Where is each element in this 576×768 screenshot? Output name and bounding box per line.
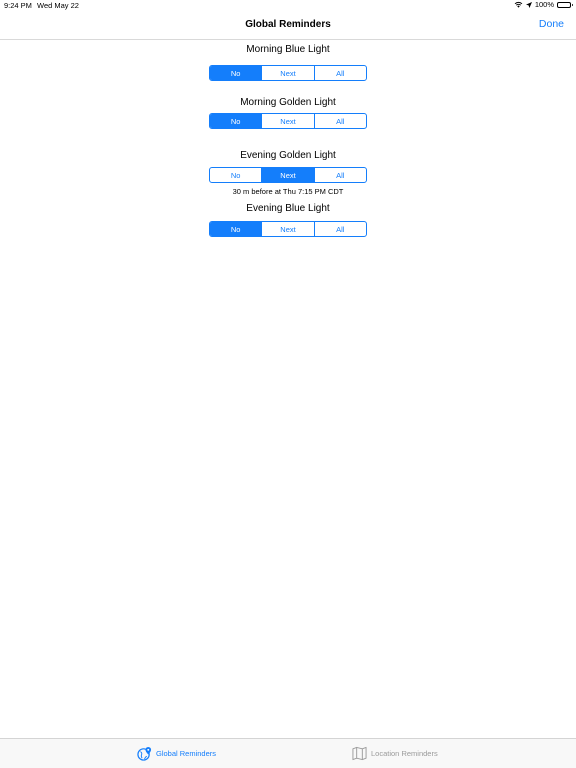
status-indicators: 100% [514,0,573,9]
tab-global-reminders[interactable]: Global Reminders [137,746,216,761]
segment-no[interactable]: No [210,114,263,128]
tab-label: Global Reminders [156,749,217,758]
tab-location-reminders[interactable]: Location Reminders [352,746,438,761]
section-title: Morning Blue Light [246,44,330,55]
battery-percent: 100% [534,0,554,9]
segment-no[interactable]: No [210,168,263,182]
globe-pin-icon [137,746,152,761]
segment-no[interactable]: No [210,66,263,80]
done-button[interactable]: Done [539,18,564,30]
segment-next[interactable]: Next [262,168,315,182]
segment-next[interactable]: Next [262,66,315,80]
reminder-segmented-control: No Next All [209,113,367,129]
segment-all[interactable]: All [315,114,366,128]
segment-all[interactable]: All [315,222,366,236]
wifi-icon [514,1,523,8]
section-title: Evening Blue Light [246,203,330,214]
status-time: 9:24 PM [4,1,32,10]
reminder-segmented-control: No Next All [209,65,367,81]
location-arrow-icon [525,1,532,8]
status-bar: 9:24 PM Wed May 22 100% [0,0,576,12]
map-icon [352,746,367,761]
segment-next[interactable]: Next [262,222,315,236]
page-title: Global Reminders [245,19,331,30]
section-title: Morning Golden Light [240,97,336,108]
segment-no[interactable]: No [210,222,263,236]
segment-all[interactable]: All [315,168,366,182]
battery-icon [557,1,573,8]
tab-bar: Global Reminders Location Reminders [0,738,576,768]
navigation-bar: Global Reminders Done [0,12,576,40]
reminder-segmented-control: No Next All [209,221,367,237]
section-title: Evening Golden Light [240,150,336,161]
segment-next[interactable]: Next [262,114,315,128]
segment-all[interactable]: All [315,66,366,80]
status-date: Wed May 22 [37,1,79,10]
reminder-segmented-control: No Next All [209,167,367,183]
tab-label: Location Reminders [371,749,438,758]
reminder-detail-text: 30 m before at Thu 7:15 PM CDT [232,187,344,196]
